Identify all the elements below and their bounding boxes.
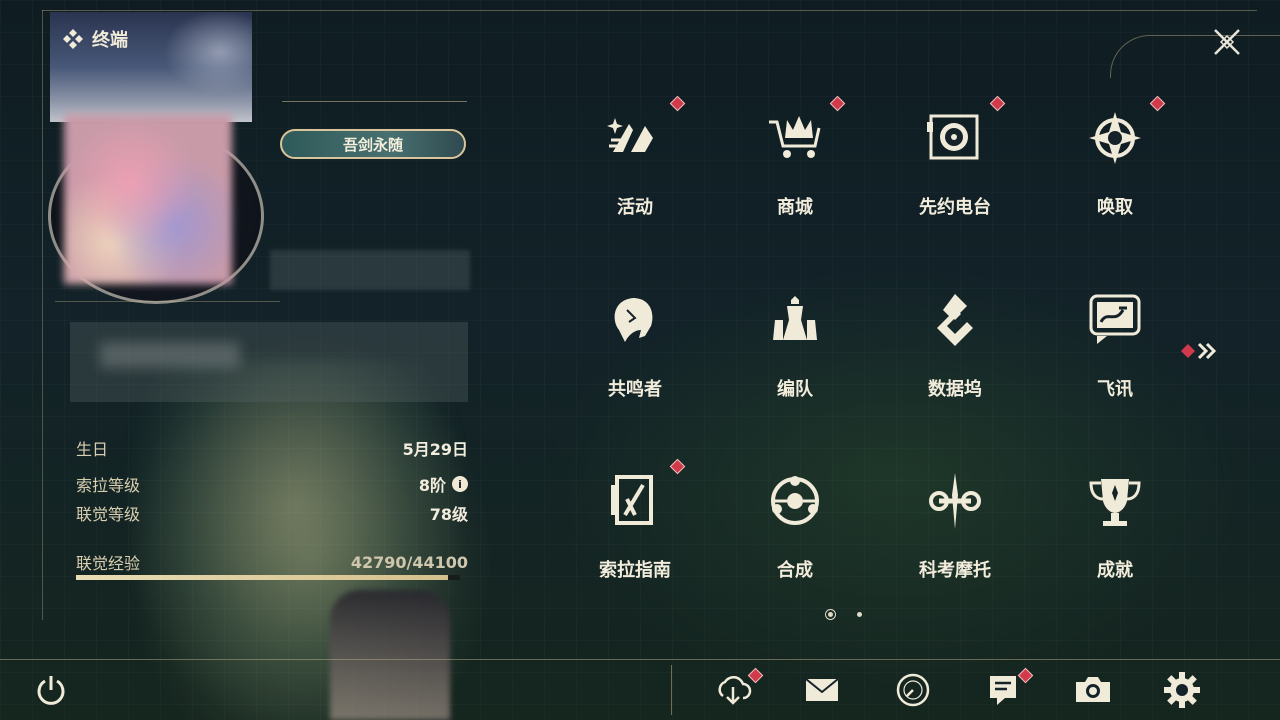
stat-value: 78级 bbox=[429, 505, 468, 524]
menu-item-label: 编队 bbox=[777, 379, 813, 400]
page-title-text: 终端 bbox=[92, 30, 128, 51]
divider-line bbox=[55, 301, 280, 302]
menu-item-label: 飞讯 bbox=[1097, 379, 1133, 400]
terminal-diamond-icon bbox=[63, 29, 83, 49]
stat-value: 5月29日 bbox=[402, 440, 468, 459]
double-chevron-right-icon bbox=[1181, 342, 1217, 360]
page-dot-2[interactable] bbox=[857, 612, 862, 617]
menu-item-label: 唤取 bbox=[1097, 197, 1133, 218]
menu-item-label: 合成 bbox=[777, 560, 813, 581]
settings-icon bbox=[1164, 672, 1200, 708]
notification-badge bbox=[1149, 95, 1166, 112]
guide-icon bbox=[611, 475, 653, 525]
menu-item-activity[interactable]: 活动 bbox=[555, 90, 715, 240]
camera-icon bbox=[1076, 677, 1110, 702]
radio-icon bbox=[927, 114, 979, 160]
notification-badge bbox=[669, 458, 686, 475]
clock-icon bbox=[896, 673, 930, 707]
player-name-blurred bbox=[270, 250, 470, 290]
signature-box-blurred[interactable] bbox=[70, 322, 468, 402]
menu-item-message[interactable]: 飞讯 bbox=[1035, 272, 1195, 422]
menu-item-label: 活动 bbox=[617, 197, 653, 218]
menu-item-label: 商城 bbox=[777, 197, 813, 218]
synthesis-icon bbox=[771, 476, 819, 525]
frame-corner-curve bbox=[1110, 35, 1280, 78]
menu-item-summon[interactable]: 唤取 bbox=[1035, 90, 1195, 240]
stat-label: 索拉等级 bbox=[76, 476, 141, 495]
settings-button[interactable] bbox=[1162, 670, 1202, 710]
motorcycle-icon bbox=[929, 473, 981, 529]
menu-item-achievement[interactable]: 成就 bbox=[1035, 453, 1195, 603]
activity-icon bbox=[607, 118, 653, 152]
bottom-bar-line bbox=[0, 659, 1280, 660]
close-icon bbox=[1214, 29, 1240, 55]
stat-union-exp: 联觉经验 42790/44100 bbox=[76, 550, 468, 574]
message-icon bbox=[1089, 294, 1141, 344]
menu-item-synthesis[interactable]: 合成 bbox=[715, 453, 875, 603]
shop-icon bbox=[769, 116, 821, 158]
menu-item-radio[interactable]: 先约电台 bbox=[875, 90, 1035, 240]
menu-item-label: 共鸣者 bbox=[608, 379, 662, 400]
stat-label: 联觉经验 bbox=[76, 554, 141, 573]
notification-badge bbox=[989, 95, 1006, 112]
resonator-icon bbox=[614, 298, 653, 342]
download-icon bbox=[718, 675, 752, 705]
summon-icon bbox=[1089, 112, 1141, 164]
exp-progress-fill bbox=[76, 575, 449, 580]
page-indicator bbox=[825, 609, 862, 620]
notification-badge bbox=[669, 95, 686, 112]
stat-sola-level: 索拉等级 8阶 i bbox=[76, 472, 468, 496]
power-icon bbox=[37, 676, 65, 705]
achievement-icon bbox=[1089, 479, 1141, 526]
menu-item-label: 先约电台 bbox=[919, 197, 991, 218]
menu-item-label: 科考摩托 bbox=[919, 560, 991, 581]
menu-item-team[interactable]: 编队 bbox=[715, 272, 875, 422]
title-badge[interactable]: 吾剑永随 bbox=[280, 129, 466, 159]
exp-progress-bar bbox=[76, 575, 460, 580]
menu-item-databank[interactable]: 数据坞 bbox=[875, 272, 1035, 422]
power-button[interactable] bbox=[34, 673, 68, 707]
title-badge-text: 吾剑永随 bbox=[342, 135, 403, 154]
stat-label: 生日 bbox=[76, 440, 109, 459]
clock-button[interactable] bbox=[893, 670, 933, 710]
menu-item-resonator[interactable]: 共鸣者 bbox=[555, 272, 715, 422]
stat-birthday: 生日 5月29日 bbox=[76, 436, 468, 460]
menu-item-guide[interactable]: 索拉指南 bbox=[555, 453, 715, 603]
divider-line bbox=[282, 101, 467, 102]
camera-button[interactable] bbox=[1073, 670, 1113, 710]
bottom-bar-separator bbox=[671, 665, 672, 715]
menu-item-label: 索拉指南 bbox=[599, 560, 671, 581]
mail-icon bbox=[805, 678, 839, 701]
menu-item-shop[interactable]: 商城 bbox=[715, 90, 875, 240]
databank-icon bbox=[937, 294, 973, 346]
stat-union-level: 联觉等级 78级 bbox=[76, 501, 468, 525]
close-button[interactable] bbox=[1207, 22, 1247, 62]
stat-value: 42790/44100 bbox=[350, 552, 468, 572]
menu-item-motorcycle[interactable]: 科考摩托 bbox=[875, 453, 1035, 603]
page-title: 终端 bbox=[62, 26, 128, 52]
notification-badge bbox=[829, 95, 846, 112]
team-icon bbox=[773, 296, 817, 340]
avatar[interactable] bbox=[64, 114, 232, 284]
background-character-legs bbox=[330, 590, 450, 720]
download-button[interactable] bbox=[713, 667, 764, 710]
stat-value: 8阶 bbox=[418, 476, 446, 495]
page-dot-1[interactable] bbox=[825, 609, 836, 620]
menu-item-label: 成就 bbox=[1097, 560, 1133, 581]
menu-item-label: 数据坞 bbox=[928, 379, 982, 400]
next-page-button[interactable] bbox=[1181, 340, 1221, 362]
info-icon[interactable]: i bbox=[452, 476, 468, 492]
notice-icon bbox=[990, 676, 1016, 705]
frame-left-line bbox=[42, 10, 43, 620]
stat-label: 联觉等级 bbox=[76, 505, 141, 524]
mail-button[interactable] bbox=[802, 670, 842, 710]
frame-top-line bbox=[42, 10, 1257, 11]
notice-button[interactable] bbox=[983, 667, 1034, 710]
